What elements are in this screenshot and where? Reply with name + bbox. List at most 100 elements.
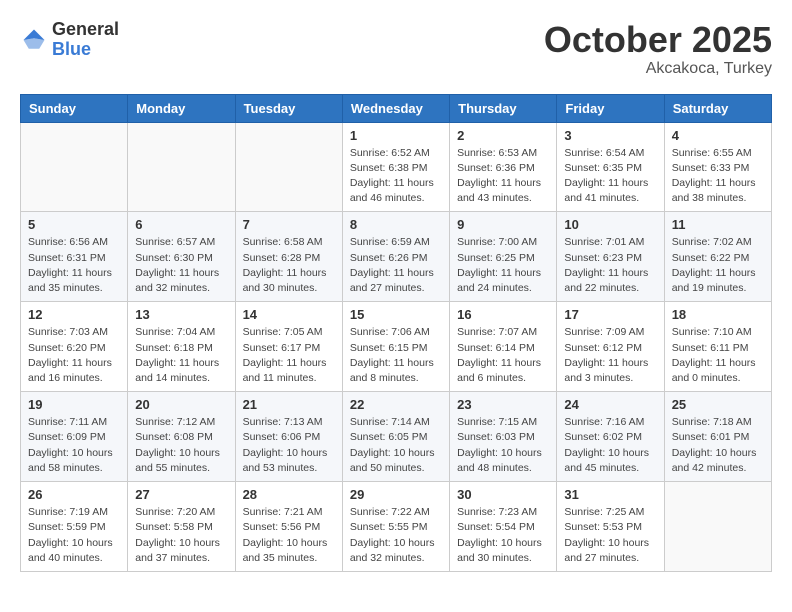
calendar-cell: 15Sunrise: 7:06 AM Sunset: 6:15 PM Dayli… <box>342 302 449 392</box>
page-header: General Blue October 2025 Akcakoca, Turk… <box>20 20 772 78</box>
day-info: Sunrise: 6:55 AM Sunset: 6:33 PM Dayligh… <box>672 146 764 207</box>
day-number: 11 <box>672 217 764 232</box>
day-info: Sunrise: 7:25 AM Sunset: 5:53 PM Dayligh… <box>564 505 656 566</box>
day-number: 29 <box>350 487 442 502</box>
calendar-cell: 29 Sunrise: 7:22 AM Sunset: 5:55 PM Dayli… <box>342 482 449 572</box>
day-info: Sunrise: 7:05 AM Sunset: 6:17 PM Dayligh… <box>243 325 335 386</box>
calendar-cell <box>128 122 235 212</box>
day-number: 9 <box>457 217 549 232</box>
day-number: 30 <box>457 487 549 502</box>
calendar-cell: 10 Sunrise: 7:01 AM Sunset: 6:23 PM Dayli… <box>557 212 664 302</box>
title-block: October 2025 Akcakoca, Turkey <box>544 20 772 78</box>
calendar-cell <box>235 122 342 212</box>
day-info: Sunrise: 6:58 AM Sunset: 6:28 PM Dayligh… <box>243 235 335 296</box>
day-info: Sunrise: 7:18 AM Sunset: 6:01 PM Dayligh… <box>672 415 764 476</box>
logo: General Blue <box>20 20 119 60</box>
calendar-cell: 12Sunrise: 7:03 AM Sunset: 6:20 PM Dayli… <box>21 302 128 392</box>
calendar-cell <box>21 122 128 212</box>
calendar-cell <box>664 482 771 572</box>
day-info: Sunrise: 7:11 AM Sunset: 6:09 PM Dayligh… <box>28 415 120 476</box>
day-number: 1 <box>350 128 442 143</box>
calendar-cell: 21 Sunrise: 7:13 AM Sunset: 6:06 PM Dayli… <box>235 392 342 482</box>
weekday-header-sunday: Sunday <box>21 94 128 122</box>
day-number: 15 <box>350 307 442 322</box>
day-number: 10 <box>564 217 656 232</box>
day-info: Sunrise: 7:07 AM Sunset: 6:14 PM Dayligh… <box>457 325 549 386</box>
day-info: Sunrise: 6:59 AM Sunset: 6:26 PM Dayligh… <box>350 235 442 296</box>
day-info: Sunrise: 7:01 AM Sunset: 6:23 PM Dayligh… <box>564 235 656 296</box>
calendar-week-row: 26Sunrise: 7:19 AM Sunset: 5:59 PM Dayli… <box>21 482 772 572</box>
calendar-cell: 28Sunrise: 7:21 AM Sunset: 5:56 PM Dayli… <box>235 482 342 572</box>
day-number: 5 <box>28 217 120 232</box>
day-number: 24 <box>564 397 656 412</box>
calendar-cell: 11Sunrise: 7:02 AM Sunset: 6:22 PM Dayli… <box>664 212 771 302</box>
day-info: Sunrise: 7:22 AM Sunset: 5:55 PM Dayligh… <box>350 505 442 566</box>
day-info: Sunrise: 7:00 AM Sunset: 6:25 PM Dayligh… <box>457 235 549 296</box>
calendar-cell: 13 Sunrise: 7:04 AM Sunset: 6:18 PM Dayli… <box>128 302 235 392</box>
logo-icon <box>20 26 48 54</box>
calendar-cell: 5Sunrise: 6:56 AM Sunset: 6:31 PM Daylig… <box>21 212 128 302</box>
calendar-cell: 24 Sunrise: 7:16 AM Sunset: 6:02 PM Dayli… <box>557 392 664 482</box>
day-number: 25 <box>672 397 764 412</box>
day-number: 26 <box>28 487 120 502</box>
calendar-cell: 7 Sunrise: 6:58 AM Sunset: 6:28 PM Daylig… <box>235 212 342 302</box>
calendar-cell: 14 Sunrise: 7:05 AM Sunset: 6:17 PM Dayli… <box>235 302 342 392</box>
day-info: Sunrise: 7:14 AM Sunset: 6:05 PM Dayligh… <box>350 415 442 476</box>
calendar-week-row: 5Sunrise: 6:56 AM Sunset: 6:31 PM Daylig… <box>21 212 772 302</box>
weekday-header-wednesday: Wednesday <box>342 94 449 122</box>
day-number: 19 <box>28 397 120 412</box>
day-number: 14 <box>243 307 335 322</box>
day-number: 8 <box>350 217 442 232</box>
calendar-cell: 2 Sunrise: 6:53 AM Sunset: 6:36 PM Daylig… <box>450 122 557 212</box>
day-number: 13 <box>135 307 227 322</box>
day-info: Sunrise: 7:10 AM Sunset: 6:11 PM Dayligh… <box>672 325 764 386</box>
weekday-header-saturday: Saturday <box>664 94 771 122</box>
day-number: 22 <box>350 397 442 412</box>
day-info: Sunrise: 6:52 AM Sunset: 6:38 PM Dayligh… <box>350 146 442 207</box>
day-number: 4 <box>672 128 764 143</box>
day-info: Sunrise: 7:12 AM Sunset: 6:08 PM Dayligh… <box>135 415 227 476</box>
calendar-cell: 23 Sunrise: 7:15 AM Sunset: 6:03 PM Dayli… <box>450 392 557 482</box>
day-number: 6 <box>135 217 227 232</box>
weekday-header-friday: Friday <box>557 94 664 122</box>
day-info: Sunrise: 6:53 AM Sunset: 6:36 PM Dayligh… <box>457 146 549 207</box>
day-info: Sunrise: 7:23 AM Sunset: 5:54 PM Dayligh… <box>457 505 549 566</box>
day-info: Sunrise: 7:04 AM Sunset: 6:18 PM Dayligh… <box>135 325 227 386</box>
day-info: Sunrise: 7:15 AM Sunset: 6:03 PM Dayligh… <box>457 415 549 476</box>
day-number: 28 <box>243 487 335 502</box>
day-number: 16 <box>457 307 549 322</box>
calendar-week-row: 12Sunrise: 7:03 AM Sunset: 6:20 PM Dayli… <box>21 302 772 392</box>
day-number: 23 <box>457 397 549 412</box>
calendar-cell: 9 Sunrise: 7:00 AM Sunset: 6:25 PM Daylig… <box>450 212 557 302</box>
calendar-table: SundayMondayTuesdayWednesdayThursdayFrid… <box>20 94 772 572</box>
day-number: 12 <box>28 307 120 322</box>
day-info: Sunrise: 6:57 AM Sunset: 6:30 PM Dayligh… <box>135 235 227 296</box>
location: Akcakoca, Turkey <box>544 60 772 78</box>
calendar-body: 1 Sunrise: 6:52 AM Sunset: 6:38 PM Daylig… <box>21 122 772 571</box>
day-info: Sunrise: 7:16 AM Sunset: 6:02 PM Dayligh… <box>564 415 656 476</box>
calendar-cell: 27Sunrise: 7:20 AM Sunset: 5:58 PM Dayli… <box>128 482 235 572</box>
day-number: 3 <box>564 128 656 143</box>
calendar-cell: 1 Sunrise: 6:52 AM Sunset: 6:38 PM Daylig… <box>342 122 449 212</box>
logo-blue: Blue <box>52 40 119 60</box>
month-title: October 2025 <box>544 20 772 60</box>
calendar-cell: 4 Sunrise: 6:55 AM Sunset: 6:33 PM Daylig… <box>664 122 771 212</box>
calendar-cell: 8 Sunrise: 6:59 AM Sunset: 6:26 PM Daylig… <box>342 212 449 302</box>
day-number: 2 <box>457 128 549 143</box>
calendar-cell: 6 Sunrise: 6:57 AM Sunset: 6:30 PM Daylig… <box>128 212 235 302</box>
day-number: 21 <box>243 397 335 412</box>
weekday-header-row: SundayMondayTuesdayWednesdayThursdayFrid… <box>21 94 772 122</box>
calendar-header: SundayMondayTuesdayWednesdayThursdayFrid… <box>21 94 772 122</box>
calendar-cell: 30 Sunrise: 7:23 AM Sunset: 5:54 PM Dayli… <box>450 482 557 572</box>
day-number: 20 <box>135 397 227 412</box>
calendar-cell: 16 Sunrise: 7:07 AM Sunset: 6:14 PM Dayli… <box>450 302 557 392</box>
logo-general: General <box>52 20 119 40</box>
day-number: 31 <box>564 487 656 502</box>
calendar-cell: 31 Sunrise: 7:25 AM Sunset: 5:53 PM Dayli… <box>557 482 664 572</box>
calendar-cell: 19 Sunrise: 7:11 AM Sunset: 6:09 PM Dayli… <box>21 392 128 482</box>
day-number: 27 <box>135 487 227 502</box>
calendar-cell: 17Sunrise: 7:09 AM Sunset: 6:12 PM Dayli… <box>557 302 664 392</box>
day-info: Sunrise: 7:13 AM Sunset: 6:06 PM Dayligh… <box>243 415 335 476</box>
calendar-cell: 18Sunrise: 7:10 AM Sunset: 6:11 PM Dayli… <box>664 302 771 392</box>
day-number: 7 <box>243 217 335 232</box>
